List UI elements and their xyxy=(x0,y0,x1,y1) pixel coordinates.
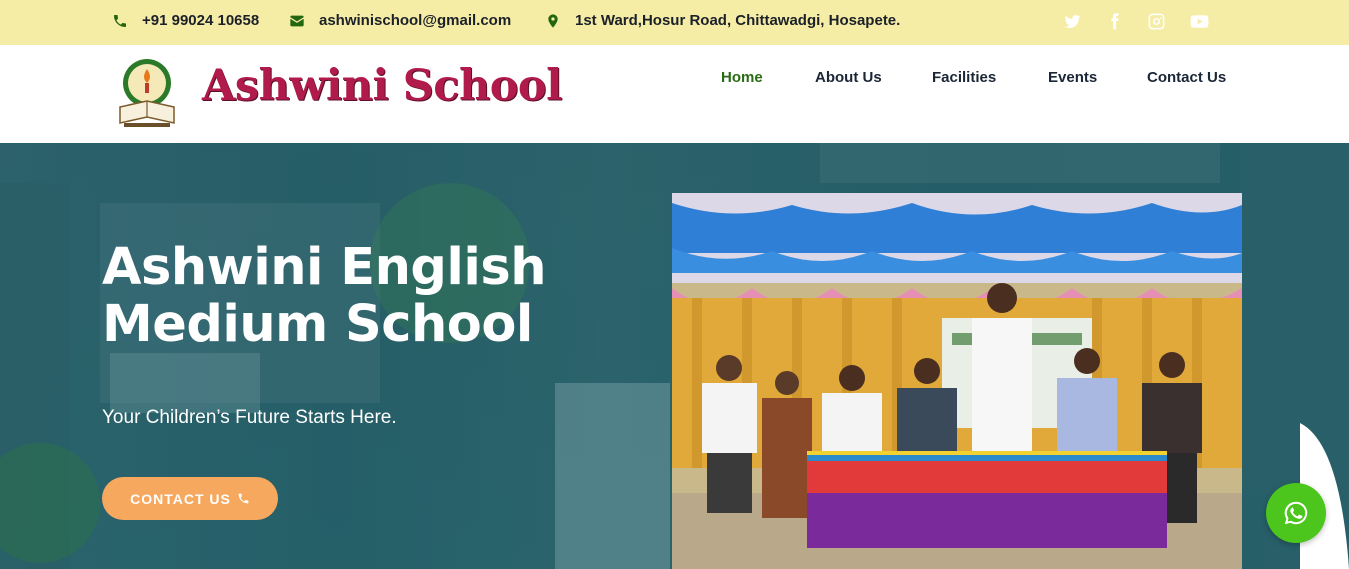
nav-events[interactable]: Events xyxy=(1048,69,1097,86)
hero-section: Ashwini English Medium School Your Child… xyxy=(0,143,1349,569)
email-address: ashwinischool@gmail.com xyxy=(319,12,512,29)
youtube-icon[interactable] xyxy=(1188,10,1210,32)
site-logo-text[interactable]: Ashwini School xyxy=(202,61,562,111)
envelope-icon xyxy=(289,13,305,29)
nav-facilities[interactable]: Facilities xyxy=(932,69,996,86)
address-item: 1st Ward,Hosur Road, Chittawadgi, Hosape… xyxy=(545,12,900,29)
nav-contact-us[interactable]: Contact Us xyxy=(1147,69,1226,86)
hero-title: Ashwini English Medium School xyxy=(102,238,547,354)
map-marker-icon xyxy=(545,13,561,29)
address-text: 1st Ward,Hosur Road, Chittawadgi, Hosape… xyxy=(575,12,901,29)
phone-icon xyxy=(112,13,128,29)
facebook-icon[interactable] xyxy=(1103,10,1125,32)
school-emblem-logo[interactable] xyxy=(116,57,178,129)
contact-us-button[interactable]: CONTACT US xyxy=(102,477,278,520)
site-header: Ashwini School Home About Us Facilities … xyxy=(0,45,1349,143)
event-photo xyxy=(672,193,1242,569)
top-contact-bar: +91 99024 10658 ashwinischool@gmail.com … xyxy=(0,0,1349,45)
whatsapp-chat-button[interactable] xyxy=(1266,483,1326,543)
nav-home[interactable]: Home xyxy=(721,69,763,86)
contact-us-button-label: CONTACT US xyxy=(130,490,231,507)
hero-tagline: Your Children’s Future Starts Here. xyxy=(102,407,397,428)
phone-item[interactable]: +91 99024 10658 xyxy=(112,12,259,29)
twitter-icon[interactable] xyxy=(1061,10,1083,32)
email-item[interactable]: ashwinischool@gmail.com xyxy=(289,12,511,29)
instagram-icon[interactable] xyxy=(1145,10,1167,32)
nav-about-us[interactable]: About Us xyxy=(815,69,882,86)
phone-number: +91 99024 10658 xyxy=(142,12,260,29)
whatsapp-icon xyxy=(1284,501,1308,525)
phone-icon xyxy=(238,493,249,504)
